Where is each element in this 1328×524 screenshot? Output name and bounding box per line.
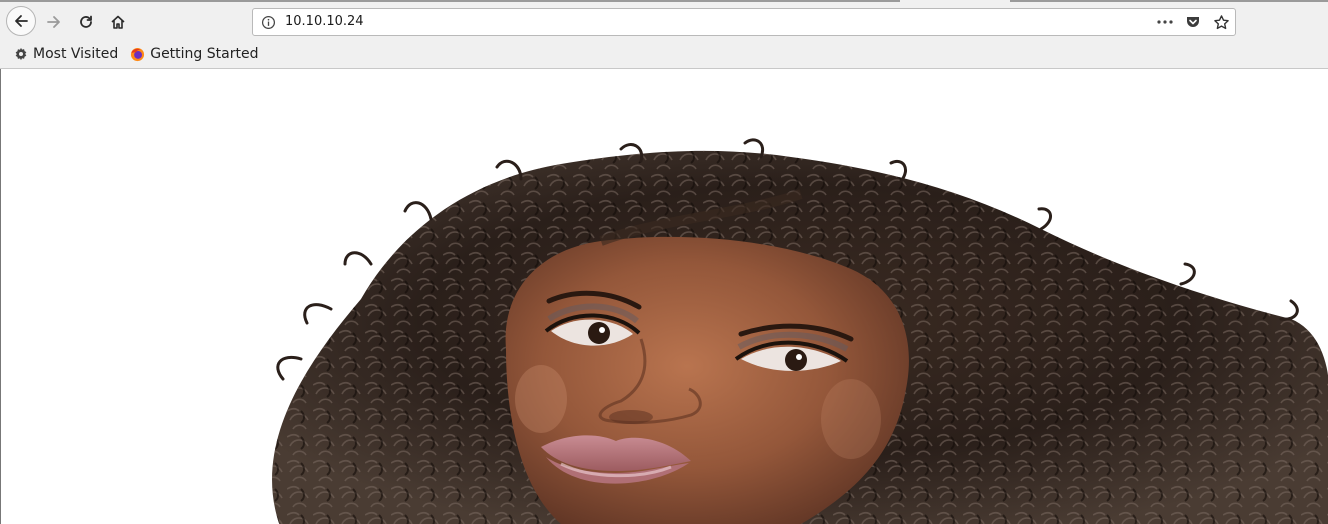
url-text[interactable]: 10.10.10.24 bbox=[285, 14, 364, 30]
gear-icon bbox=[15, 47, 27, 61]
firefox-icon bbox=[131, 47, 145, 61]
pocket-icon[interactable] bbox=[1183, 12, 1203, 32]
bookmarks-toolbar: Most Visited Getting Started bbox=[0, 42, 1328, 66]
portrait-photo bbox=[272, 138, 1328, 524]
browser-chrome: 10.10.10.24 Most Visited Getting Started bbox=[0, 0, 1328, 69]
page-content bbox=[0, 69, 1328, 524]
tab-strip-edge bbox=[0, 0, 1328, 2]
url-actions bbox=[1155, 12, 1231, 32]
back-button[interactable] bbox=[6, 6, 36, 36]
bookmark-label: Getting Started bbox=[150, 46, 259, 62]
reload-button[interactable] bbox=[72, 8, 100, 36]
arrow-right-icon bbox=[47, 16, 60, 28]
more-icon[interactable] bbox=[1155, 12, 1175, 32]
reload-icon bbox=[80, 15, 92, 28]
home-button[interactable] bbox=[104, 8, 132, 36]
star-icon[interactable] bbox=[1211, 12, 1231, 32]
forward-button[interactable] bbox=[40, 8, 68, 36]
url-bar[interactable]: 10.10.10.24 bbox=[252, 8, 1236, 36]
home-icon bbox=[111, 15, 125, 29]
arrow-left-icon bbox=[15, 15, 28, 27]
bookmark-label: Most Visited bbox=[33, 46, 119, 62]
info-icon[interactable] bbox=[261, 15, 276, 34]
bookmark-getting-started[interactable]: Getting Started bbox=[124, 43, 264, 65]
bookmark-most-visited[interactable]: Most Visited bbox=[8, 43, 124, 65]
